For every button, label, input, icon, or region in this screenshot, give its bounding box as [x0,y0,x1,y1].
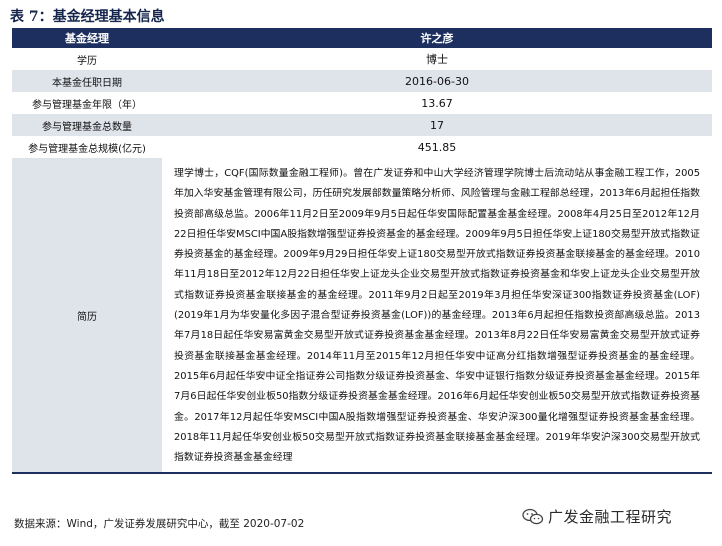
table-row-years: 参与管理基金年限（年） 13.67 [12,92,712,114]
data-source-note: 数据来源：Wind，广发证券发展研究中心，截至 2020-07-02 [14,518,305,530]
table-header: 基金经理 许之彦 [12,28,712,48]
bio-label: 简历 [77,311,97,323]
table-row-bio: 简历 理学博士，CQF(国际数量金融工程师)。曾在广发证券和中山大学经济管理学院… [12,158,712,473]
table-row-start-date: 本基金任职日期 2016-06-30 [12,70,712,92]
header-col-manager: 许之彦 [420,32,454,45]
table-row-fund-scale: 参与管理基金总规模(亿元) 451.85 [12,136,712,158]
row-label: 参与管理基金总数量 [42,121,132,133]
row-label: 本基金任职日期 [52,77,122,89]
row-value: 2016-06-30 [405,74,469,88]
table-row-education: 学历 博士 [12,48,712,70]
wechat-icon [522,508,544,524]
table-title: 表 7：基金经理基本信息 [10,9,165,25]
row-value: 451.85 [417,140,457,154]
fund-manager-table: 基金经理 许之彦 学历 博士 本基金任职日期 2016-06-30 参与管理基金… [12,28,712,475]
brand-name: 广发金融工程研究 [548,508,673,526]
bio-text: 理学博士，CQF(国际数量金融工程师)。曾在广发证券和中山大学经济管理学院博士后… [162,158,712,473]
row-value: 13.67 [421,96,453,110]
row-label: 参与管理基金总规模(亿元) [28,143,146,155]
row-value: 博士 [426,53,448,66]
brand-logo: 广发金融工程研究 [522,506,672,527]
row-label: 学历 [77,55,97,67]
row-value: 17 [430,118,444,132]
table-row-fund-count: 参与管理基金总数量 17 [12,114,712,136]
row-label: 参与管理基金年限（年） [32,99,142,111]
header-col-label: 基金经理 [65,32,109,45]
